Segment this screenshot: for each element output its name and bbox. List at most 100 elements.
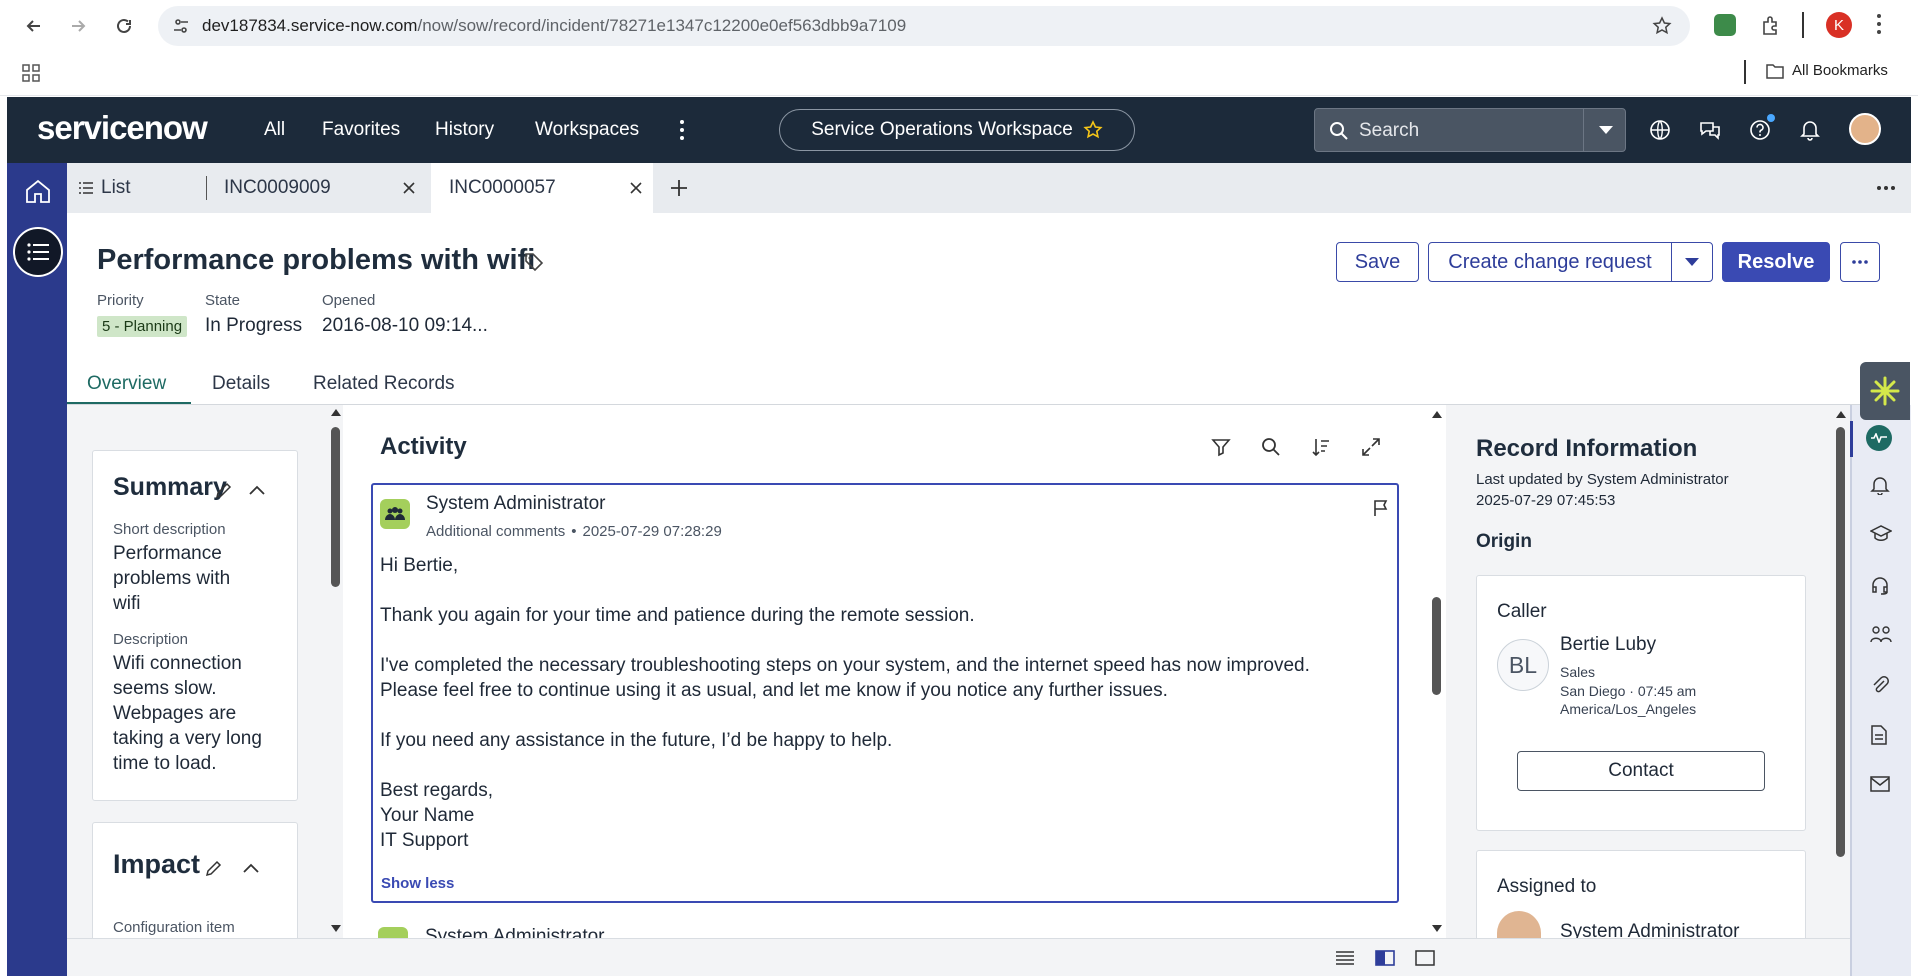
user-avatar[interactable]: [1849, 113, 1881, 145]
edit-pencil-icon[interactable]: [215, 481, 233, 499]
knowledge-cap-icon[interactable]: [1870, 525, 1892, 547]
entry-meta: Additional comments • 2025-07-29 07:28:2…: [426, 523, 722, 540]
menu-favorites[interactable]: Favorites: [322, 119, 400, 141]
home-icon[interactable]: [24, 177, 52, 205]
attachment-icon[interactable]: [1870, 675, 1892, 697]
all-bookmarks-button[interactable]: All Bookmarks: [1766, 62, 1888, 79]
collapse-chevron-icon[interactable]: [249, 485, 265, 495]
state-value: In Progress: [205, 315, 303, 336]
more-menu-icon[interactable]: [679, 119, 685, 141]
caller-name[interactable]: Bertie Luby: [1560, 634, 1656, 656]
tab-related-records[interactable]: Related Records: [313, 373, 455, 395]
last-updated-time: 2025-07-29 07:45:53: [1476, 492, 1616, 509]
flag-icon[interactable]: [1373, 499, 1389, 517]
entry-author[interactable]: System Administrator: [426, 493, 606, 515]
more-actions-button[interactable]: [1840, 242, 1880, 282]
bookmark-star-icon[interactable]: [1652, 16, 1672, 36]
contact-button[interactable]: Contact: [1517, 751, 1765, 791]
description-label: Description: [113, 631, 189, 648]
people-icon[interactable]: [1870, 625, 1892, 647]
activity-panel: Activity System Administrator Additional…: [345, 405, 1445, 938]
left-panel-scrollbar[interactable]: [328, 405, 343, 938]
compact-layout-icon[interactable]: [1335, 950, 1355, 966]
close-tab-inc0000057-icon[interactable]: [630, 182, 642, 194]
caller-avatar: BL: [1497, 639, 1549, 691]
apps-grid-icon[interactable]: [22, 64, 40, 82]
group-avatar-icon: [378, 927, 408, 938]
extensions-puzzle-icon[interactable]: [1760, 14, 1782, 36]
notifications-bell-icon[interactable]: [1870, 475, 1892, 497]
tag-icon[interactable]: [524, 252, 544, 272]
back-icon[interactable]: [20, 12, 48, 40]
tab-inc0000057[interactable]: INC0000057: [431, 163, 653, 213]
resolve-button[interactable]: Resolve: [1722, 242, 1830, 282]
help-notification-dot: [1767, 114, 1775, 122]
notifications-bell-icon[interactable]: [1797, 117, 1823, 143]
bullet-separator: •: [571, 523, 577, 540]
scroll-thumb[interactable]: [331, 427, 340, 587]
address-bar[interactable]: dev187834.service-now.com/now/sow/record…: [158, 6, 1690, 46]
tab-overview[interactable]: Overview: [87, 373, 166, 395]
workspace-pill[interactable]: Service Operations Workspace: [779, 109, 1135, 151]
show-less-link[interactable]: Show less: [381, 875, 454, 892]
scroll-up-icon[interactable]: [1432, 411, 1442, 418]
forward-icon[interactable]: [64, 12, 92, 40]
menu-workspaces[interactable]: Workspaces: [535, 119, 639, 141]
search-icon: [1329, 121, 1349, 141]
reload-icon[interactable]: [110, 12, 138, 40]
global-search[interactable]: Search: [1314, 108, 1626, 152]
priority-label: Priority: [97, 292, 144, 309]
chat-icon[interactable]: [1697, 117, 1723, 143]
site-info-icon[interactable]: [172, 17, 190, 35]
filter-icon[interactable]: [1211, 437, 1231, 457]
expand-icon[interactable]: [1361, 437, 1381, 457]
activity-title: Activity: [380, 433, 467, 460]
scroll-down-icon[interactable]: [1432, 925, 1442, 932]
menu-history[interactable]: History: [435, 119, 494, 141]
scroll-thumb[interactable]: [1432, 597, 1441, 695]
record-info-scrollbar[interactable]: [1834, 405, 1848, 976]
comment-line: Thank you again for your time and patien…: [380, 605, 975, 626]
profile-avatar[interactable]: K: [1826, 12, 1852, 38]
scroll-down-icon[interactable]: [331, 925, 341, 932]
scroll-thumb[interactable]: [1836, 427, 1845, 857]
list-view-icon[interactable]: [13, 227, 63, 277]
record-title: Performance problems with wifi: [97, 244, 536, 276]
record-info-activity-icon[interactable]: [1866, 425, 1892, 451]
edit-pencil-icon[interactable]: [205, 859, 223, 877]
short-description-line: Performance: [113, 543, 222, 564]
favorite-star-icon[interactable]: [1083, 120, 1103, 140]
tab-inc0009009-label: INC0009009: [224, 177, 331, 198]
comment-line: If you need any assistance in the future…: [380, 730, 893, 751]
single-layout-icon[interactable]: [1415, 950, 1435, 966]
search-scope-dropdown[interactable]: [1583, 109, 1627, 151]
browser-menu-icon[interactable]: [1876, 12, 1882, 36]
collapse-chevron-icon[interactable]: [243, 863, 259, 873]
globe-icon[interactable]: [1647, 117, 1673, 143]
add-tab-icon[interactable]: [670, 179, 688, 197]
search-icon[interactable]: [1261, 437, 1281, 457]
tab-inc0009009[interactable]: INC0009009: [224, 163, 424, 213]
email-icon[interactable]: [1870, 775, 1892, 797]
summary-card: Summary Short description Performance pr…: [92, 450, 298, 801]
assistant-sparkle-icon[interactable]: [1860, 362, 1910, 420]
scroll-up-icon[interactable]: [331, 409, 341, 416]
menu-all[interactable]: All: [264, 119, 285, 141]
short-description-label: Short description: [113, 521, 226, 538]
scroll-up-icon[interactable]: [1836, 411, 1846, 418]
servicenow-logo[interactable]: servicenow: [37, 109, 208, 147]
tab-details[interactable]: Details: [212, 373, 270, 395]
tab-overflow-icon[interactable]: [1877, 186, 1895, 190]
next-entry-author[interactable]: System Administrator: [425, 925, 605, 938]
create-change-dropdown[interactable]: [1671, 242, 1713, 282]
document-icon[interactable]: [1870, 725, 1892, 747]
sort-icon[interactable]: [1311, 437, 1331, 457]
extension-robot-icon[interactable]: [1714, 14, 1736, 36]
headset-icon[interactable]: [1870, 575, 1892, 597]
split-layout-icon[interactable]: [1375, 950, 1395, 966]
save-button[interactable]: Save: [1336, 242, 1419, 282]
caller-label: Caller: [1497, 601, 1547, 622]
create-change-request-button[interactable]: Create change request: [1428, 242, 1672, 282]
close-tab-inc0009009-icon[interactable]: [403, 182, 415, 194]
activity-scrollbar[interactable]: [1430, 405, 1444, 938]
